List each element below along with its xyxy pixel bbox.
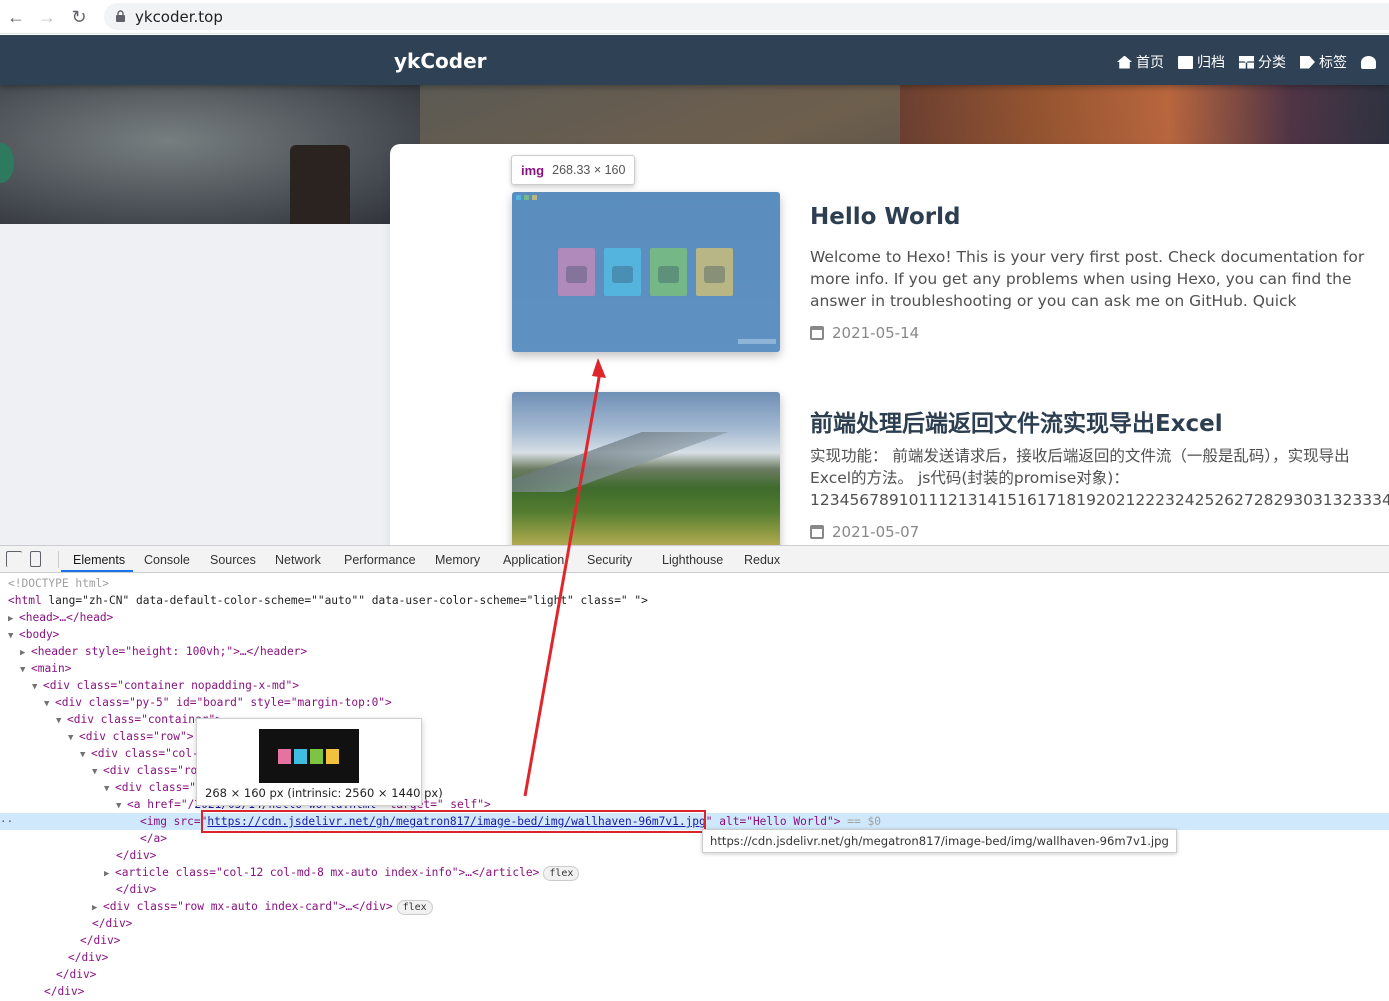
annotation-highlight-box (201, 810, 706, 833)
image-preview-popover: 268 × 160 px (intrinsic: 2560 × 1440 px) (196, 718, 443, 806)
preview-dimensions: 268 × 160 px (intrinsic: 2560 × 1440 px) (205, 786, 443, 800)
tree-node[interactable]: <html lang="zh-CN" data-default-color-sc… (0, 592, 1389, 609)
inspect-highlight-overlay (512, 192, 780, 352)
tree-node[interactable]: ▼ <body> (0, 626, 1389, 643)
divider (58, 551, 59, 568)
tab-elements[interactable]: Elements (73, 553, 125, 567)
tag-icon (1300, 55, 1315, 69)
menu-label: 分类 (1258, 55, 1286, 71)
site-navbar: ykCoder 首页 归档 分类 标签 (0, 35, 1389, 85)
tree-node[interactable]: </div> (0, 966, 1389, 983)
post-title[interactable]: 前端处理后端返回文件流实现导出Excel (810, 404, 1223, 438)
post-thumbnail-excel[interactable] (512, 392, 780, 552)
calendar-icon (810, 525, 824, 539)
tree-node[interactable]: ▶ <header style="height: 100vh;">…</heade… (0, 643, 1389, 660)
tooltip-dimensions: 268.33 × 160 (552, 163, 626, 177)
link-url-tooltip: https://cdn.jsdelivr.net/gh/megatron817/… (702, 829, 1177, 853)
post-date: 2021-05-07 (810, 523, 919, 541)
address-bar[interactable]: ykcoder.top (104, 3, 1389, 30)
screenshot-root: ← → ↻ ykcoder.top ykCoder 首页 归档 分类 标签 He… (0, 0, 1389, 1001)
tree-node[interactable]: ▶ <head>…</head> (0, 609, 1389, 626)
preview-thumbnail (259, 729, 359, 783)
tree-node[interactable]: </div> (0, 949, 1389, 966)
url-text: ykcoder.top (135, 8, 223, 26)
tree-node[interactable]: ▶ <article class="col-12 col-md-8 mx-auto… (0, 864, 1389, 881)
home-icon (1117, 55, 1132, 69)
archive-icon (1178, 55, 1193, 69)
user-icon (1361, 55, 1376, 69)
menu-item-tags[interactable]: 标签 (1300, 52, 1347, 72)
post-date: 2021-05-14 (810, 324, 919, 342)
menu-label: 归档 (1197, 55, 1225, 71)
excerpt-line: Excel的方法。 js代码(封装的promise对象)： (810, 469, 1129, 487)
menu-label: 标签 (1319, 55, 1347, 71)
tree-node[interactable]: ▼ <div class="container nopadding-x-md"> (0, 677, 1389, 694)
tab-redux[interactable]: Redux (744, 553, 780, 567)
calendar-icon (810, 326, 824, 340)
tooltip-tag: img (521, 162, 545, 178)
menu-item-archive[interactable]: 归档 (1178, 52, 1225, 72)
menu-item-about[interactable] (1361, 52, 1376, 72)
browser-toolbar: ← → ↻ ykcoder.top (0, 0, 1389, 34)
menu-item-category[interactable]: 分类 (1239, 52, 1286, 72)
tree-node[interactable]: </div> (0, 847, 1389, 864)
tree-node[interactable]: ▶ <div class="row mx-auto index-card">…</… (0, 898, 1389, 915)
forward-icon[interactable]: → (36, 6, 58, 28)
post-excerpt: Welcome to Hexo! This is your very first… (810, 248, 1365, 310)
tree-node[interactable]: </div> (0, 915, 1389, 932)
post-title[interactable]: Hello World (810, 204, 960, 230)
date-text: 2021-05-07 (832, 523, 920, 541)
lock-icon (116, 10, 125, 22)
tab-console[interactable]: Console (144, 553, 190, 567)
tab-network[interactable]: Network (275, 553, 321, 567)
menu-label: 首页 (1136, 55, 1164, 71)
tab-memory[interactable]: Memory (435, 553, 480, 567)
flex-badge[interactable]: flex (543, 866, 580, 881)
tree-node[interactable]: ▼ <main> (0, 660, 1389, 677)
post-excerpt: 实现功能： 前端发送请求后，接收后端返回的文件流（一般是乱码），实现导出 Exc… (810, 445, 1389, 511)
category-icon (1239, 55, 1254, 69)
tree-node[interactable]: </div> (0, 932, 1389, 949)
menu-item-home[interactable]: 首页 (1117, 52, 1164, 72)
device-toolbar-icon[interactable] (30, 551, 41, 567)
tree-node[interactable]: </div> (0, 881, 1389, 898)
site-brand[interactable]: ykCoder (394, 49, 487, 73)
reload-icon[interactable]: ↻ (68, 6, 90, 28)
excerpt-line: 1234567891011121314151617181920212223242… (810, 491, 1389, 509)
tab-performance[interactable]: Performance (344, 553, 416, 567)
tab-lighthouse[interactable]: Lighthouse (662, 553, 723, 567)
tab-security[interactable]: Security (587, 553, 632, 567)
flex-badge[interactable]: flex (396, 900, 433, 915)
tree-node[interactable]: ▼ <div class="py-5" id="board" style="mar… (0, 694, 1389, 711)
site-menu: 首页 归档 分类 标签 (1117, 52, 1376, 72)
tab-sources[interactable]: Sources (210, 553, 256, 567)
tree-node[interactable]: <!DOCTYPE html> (0, 575, 1389, 592)
tree-node[interactable]: </div> (0, 983, 1389, 1000)
active-tab-indicator (61, 570, 133, 572)
back-icon[interactable]: ← (5, 6, 27, 28)
tab-application[interactable]: Application (503, 553, 564, 567)
excerpt-line: 实现功能： 前端发送请求后，接收后端返回的文件流（一般是乱码），实现导出 (810, 447, 1350, 465)
devtools-tabbar: Elements Console Sources Network Perform… (0, 546, 1389, 573)
date-text: 2021-05-14 (832, 324, 920, 342)
inspect-element-tooltip: img 268.33 × 160 (511, 155, 636, 185)
inspect-element-icon[interactable] (6, 551, 22, 567)
